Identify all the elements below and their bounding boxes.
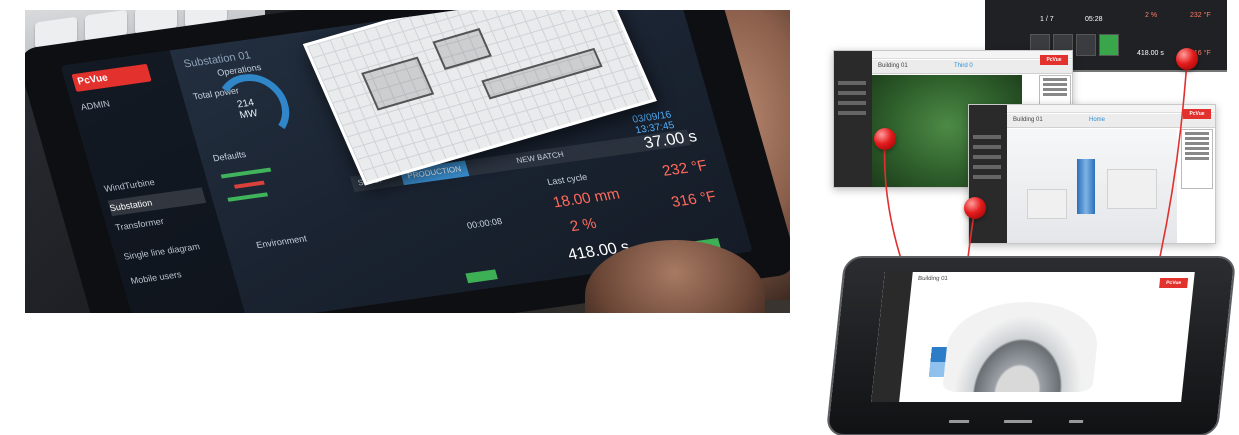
sidebar-line: [973, 165, 1001, 169]
status-bar: [220, 167, 272, 179]
sidebar-line: [838, 81, 866, 85]
sidebar-line: [973, 175, 1001, 179]
dark-value: 1 / 7: [1040, 16, 1054, 23]
window-title: Building 01: [1013, 117, 1043, 123]
status-bar: [233, 180, 265, 189]
building-plan-3d: [942, 302, 1102, 392]
tree-item[interactable]: [1185, 152, 1209, 155]
screen-title: Building 01: [917, 276, 949, 282]
photo-tablet-in-hands: PcVue ADMIN WindTurbine Substation Trans…: [25, 10, 790, 313]
tree-item[interactable]: [1185, 142, 1209, 145]
sidebar-line: [838, 111, 866, 115]
value-232: 232 °F: [660, 157, 710, 180]
sidebar-line: [973, 155, 1001, 159]
status-bar: [227, 192, 269, 202]
building-block: [1027, 189, 1067, 219]
sidebar-line: [973, 145, 1001, 149]
tree-item[interactable]: [1185, 157, 1209, 160]
tablet-screen-large: Building 01 PcVue: [871, 272, 1195, 402]
floorplan-room: [481, 47, 603, 100]
tree-menu[interactable]: [1181, 129, 1213, 189]
tree-item[interactable]: [1185, 147, 1209, 150]
sidebar-line: [973, 135, 1001, 139]
value-316: 316 °F: [669, 188, 719, 211]
tablet-ports: [948, 420, 1099, 428]
dark-tile-active[interactable]: [1099, 34, 1119, 56]
red-marker: [874, 128, 896, 150]
sidebar-item-single-line-diagram[interactable]: Single line diagram: [122, 236, 221, 265]
highlighted-tower[interactable]: [1077, 159, 1095, 214]
port: [1003, 420, 1033, 423]
pcvue-badge: PcVue: [1040, 55, 1068, 65]
dropdown-item[interactable]: [1043, 88, 1067, 91]
pcvue-badge: PcVue: [1183, 109, 1211, 119]
port: [948, 420, 970, 423]
dropdown-item[interactable]: [1043, 93, 1067, 96]
tab-new-batch[interactable]: NEW BATCH: [508, 146, 571, 170]
red-marker: [1176, 48, 1198, 70]
window-sidebar: [969, 105, 1007, 243]
green-status-button[interactable]: [465, 269, 498, 284]
white-city-window: Building 01 Home PcVue: [968, 104, 1216, 244]
value-2pct: 2 %: [568, 215, 599, 236]
environment-label: Environment: [255, 233, 308, 251]
dark-warn-value: 2 %: [1145, 12, 1158, 19]
pcvue-badge: PcVue: [1159, 278, 1189, 288]
building-block: [1107, 169, 1157, 209]
sidebar-line: [838, 91, 866, 95]
city-3d-scene: [1007, 129, 1177, 243]
dropdown-item[interactable]: [1043, 83, 1067, 86]
value-18mm: 18.00 mm: [551, 185, 622, 212]
sidebar-line: [838, 101, 866, 105]
dark-value: 418.00 s: [1137, 50, 1164, 57]
tree-item[interactable]: [1185, 137, 1209, 140]
dropdown-menu[interactable]: [1039, 75, 1071, 105]
blue-gauge: [913, 347, 947, 377]
floorplan-room: [361, 56, 435, 111]
dropdown-item[interactable]: [1043, 78, 1067, 81]
floorplan-room: [432, 28, 492, 70]
dark-tile[interactable]: [1076, 34, 1096, 56]
tablet-device-large: Building 01 PcVue: [825, 256, 1237, 435]
window-sidebar: [834, 51, 872, 187]
dark-warn-value: 232 °F: [1190, 12, 1211, 19]
time-readout: 00:00:08: [465, 216, 504, 231]
user-label: ADMIN: [79, 98, 112, 113]
pcvue-logo: PcVue: [71, 63, 152, 92]
port: [1068, 420, 1084, 423]
sidebar-item-mobile-users[interactable]: Mobile users: [129, 260, 228, 289]
screen-sidebar: [871, 272, 913, 402]
window-title: Building 01: [878, 63, 908, 69]
window-tab[interactable]: Home: [1089, 117, 1105, 123]
window-tab[interactable]: Third 0: [954, 63, 973, 69]
dark-value: 05:28: [1085, 16, 1103, 23]
status-bars: [218, 157, 297, 233]
last-cycle-label: Last cycle: [545, 171, 589, 188]
red-marker: [964, 197, 986, 219]
tree-item[interactable]: [1185, 132, 1209, 135]
